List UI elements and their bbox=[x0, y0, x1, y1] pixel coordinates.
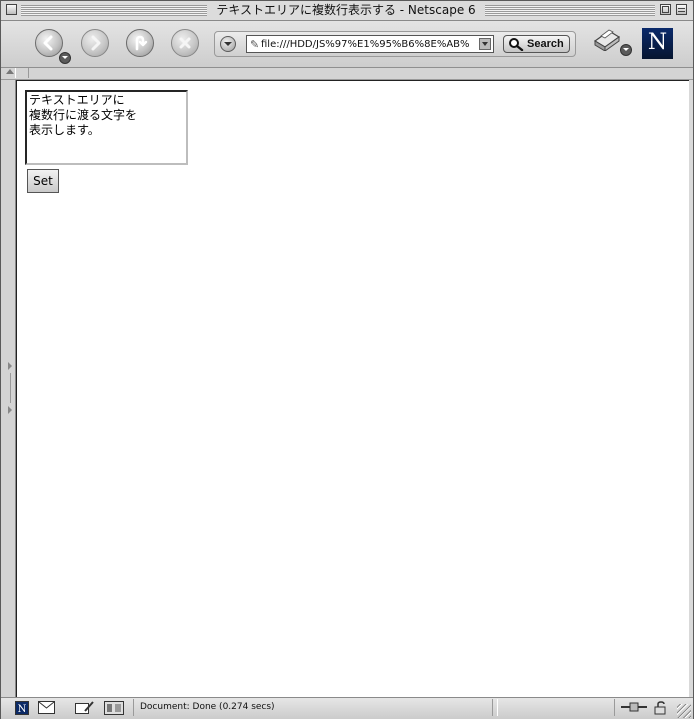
magnifier-icon bbox=[509, 38, 524, 51]
address-book-icon[interactable] bbox=[104, 701, 124, 715]
chevron-down-icon[interactable] bbox=[220, 36, 236, 52]
reload-icon bbox=[135, 35, 148, 51]
forward-arrow-icon bbox=[91, 35, 101, 51]
forward-button[interactable] bbox=[81, 29, 109, 57]
reload-button[interactable] bbox=[126, 29, 154, 57]
sidebar-grip-icon bbox=[8, 362, 12, 370]
page-content: テキストエリアに 複数行に渡る文字を 表示します。 Set bbox=[16, 80, 689, 697]
toolbar-collapse-bar bbox=[1, 68, 693, 80]
browser-window: テキストエリアに複数行表示する - Netscape 6 ✎ file:///H… bbox=[0, 0, 694, 719]
status-bar: N Document: Done (0.274 secs) bbox=[1, 697, 693, 719]
url-input[interactable] bbox=[261, 36, 475, 52]
status-text: Document: Done (0.274 secs) bbox=[133, 699, 498, 716]
title-stripes-right bbox=[485, 5, 655, 16]
resize-grip[interactable] bbox=[677, 704, 691, 718]
navigator-icon[interactable]: N bbox=[15, 701, 29, 715]
stop-button[interactable] bbox=[171, 29, 199, 57]
title-bar[interactable]: テキストエリアに複数行表示する - Netscape 6 bbox=[1, 1, 693, 21]
back-arrow-icon bbox=[43, 35, 53, 51]
back-history-dropdown[interactable] bbox=[59, 52, 71, 64]
url-field[interactable]: ✎ bbox=[246, 35, 494, 53]
sidebar-grip-line bbox=[10, 373, 11, 403]
status-progress-area bbox=[492, 699, 613, 716]
close-box[interactable] bbox=[6, 4, 17, 15]
back-button[interactable] bbox=[35, 29, 63, 57]
composer-icon[interactable] bbox=[75, 701, 95, 715]
search-button-label: Search bbox=[527, 38, 564, 50]
window-title: テキストエリアに複数行表示する - Netscape 6 bbox=[216, 3, 476, 17]
stop-icon bbox=[179, 37, 191, 49]
search-button[interactable]: Search bbox=[503, 35, 570, 53]
message-textarea[interactable]: テキストエリアに 複数行に渡る文字を 表示します。 bbox=[25, 90, 188, 165]
collapse-toolbar-grip[interactable] bbox=[6, 69, 14, 74]
zoom-box[interactable] bbox=[660, 4, 671, 15]
netscape-logo[interactable]: N bbox=[642, 28, 673, 59]
url-bar: ✎ Search bbox=[214, 31, 576, 57]
url-dropdown-button[interactable] bbox=[479, 38, 491, 50]
mail-icon[interactable] bbox=[38, 701, 55, 714]
sidebar-grip-icon bbox=[8, 406, 12, 414]
sidebar-strip[interactable] bbox=[1, 80, 16, 697]
lock-icon[interactable] bbox=[654, 701, 668, 715]
print-icon bbox=[593, 29, 621, 52]
title-stripes-left bbox=[21, 5, 207, 16]
print-dropdown[interactable] bbox=[620, 44, 632, 56]
print-button[interactable] bbox=[591, 27, 621, 55]
set-button[interactable]: Set bbox=[27, 169, 59, 193]
collapse-box[interactable] bbox=[676, 4, 687, 15]
navigation-toolbar: ✎ Search N bbox=[1, 21, 693, 68]
collapse-toolbar-tab[interactable] bbox=[15, 68, 29, 78]
svg-text:N: N bbox=[18, 704, 27, 715]
page-icon: ✎ bbox=[250, 38, 260, 51]
online-status-icon[interactable] bbox=[621, 701, 647, 713]
